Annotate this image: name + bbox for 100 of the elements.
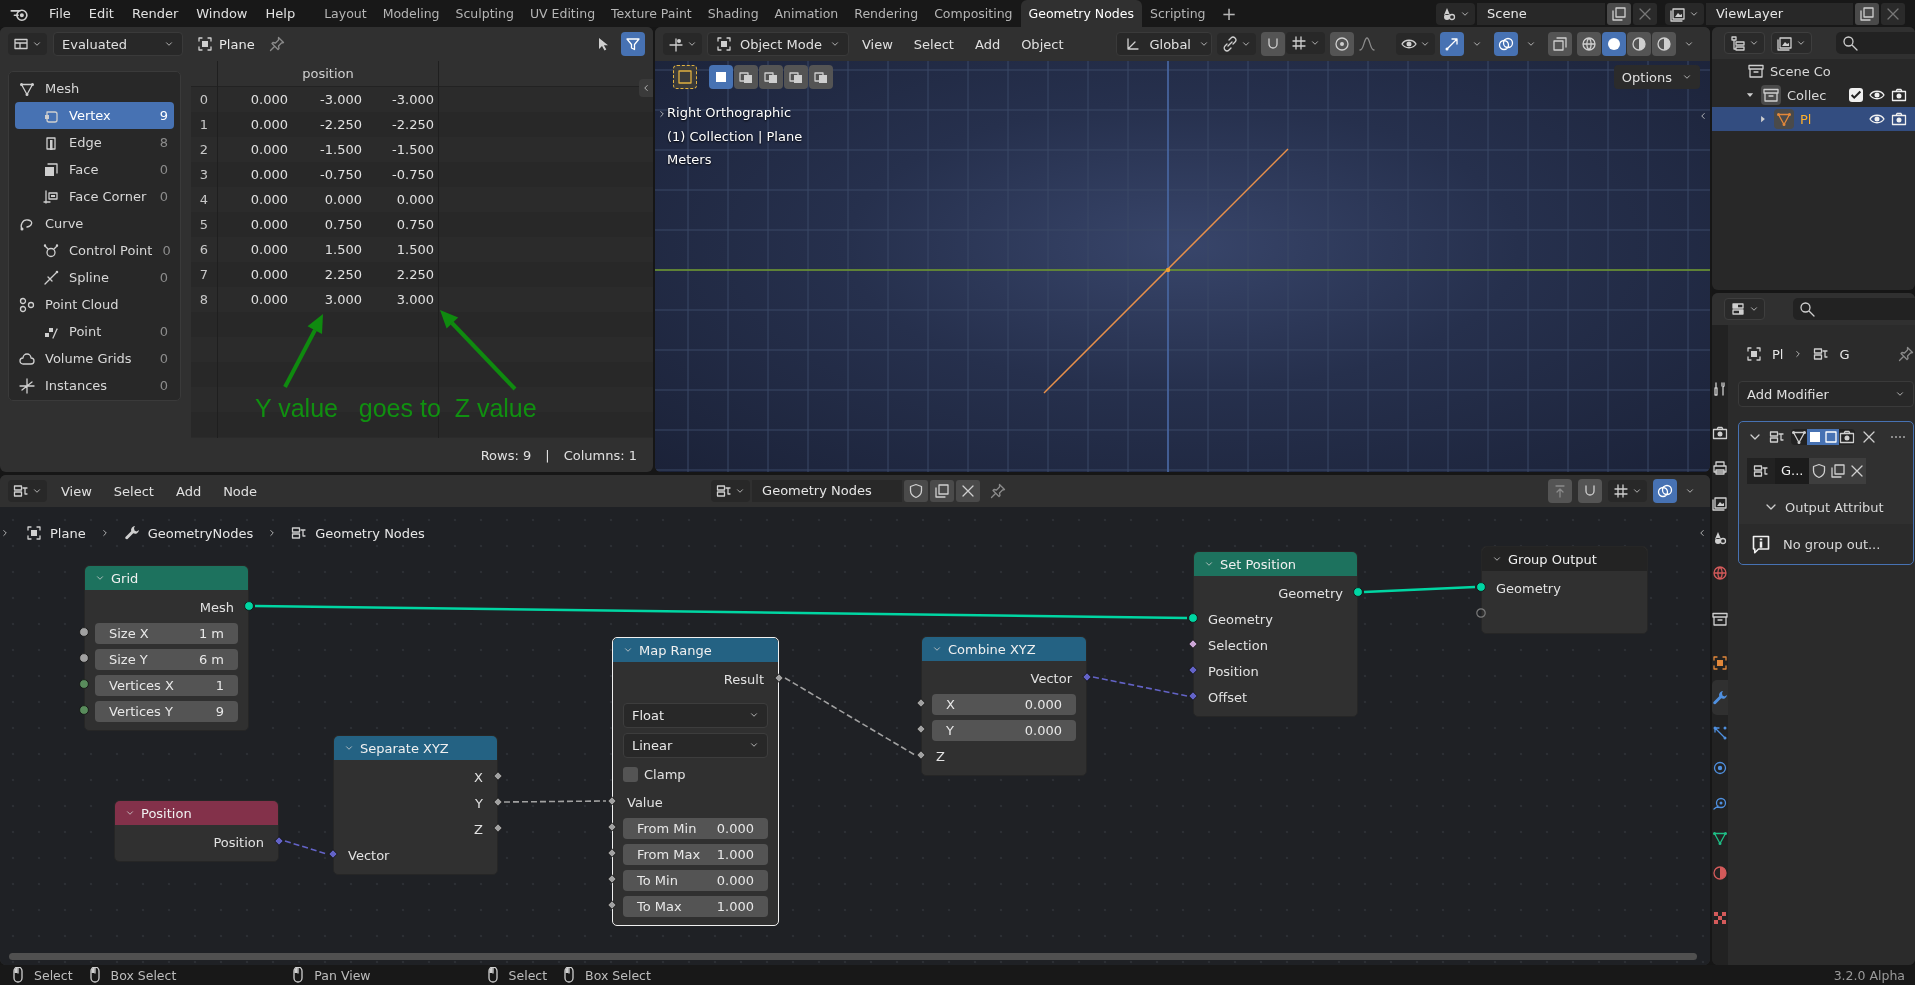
table-cell-text: -2.250 [391,116,434,134]
node-card[interactable]: Grid Mesh Size X 1 m Size Y 6 m Vertices X 1 Vertices Y 9 [84,565,249,731]
breadcrumb-item[interactable]: Pl [1772,346,1784,362]
menu-item[interactable]: File [40,6,80,21]
node-header[interactable]: Map Range [613,638,778,662]
domain-row[interactable]: Control Point 0 [15,237,174,264]
status-hint: Pan View [314,967,371,983]
breadcrumb-item[interactable]: GeometryNodes [147,525,254,541]
subpanel-header[interactable]: Output Attribut [1739,490,1913,524]
workspace-tab[interactable]: Animation [766,0,847,27]
node-group-field[interactable]: Geometry Nodes [752,480,903,502]
domain-row[interactable]: Edge 8 [15,129,174,156]
orientation-dropdown[interactable]: Global [1116,32,1213,56]
domain-count: 0 [162,243,171,258]
number-field[interactable]: From Min 0.000 [623,817,768,839]
dropdown[interactable]: Float [623,702,768,728]
evaluation-dropdown[interactable]: Evaluated [53,32,183,56]
number-field[interactable]: To Max 1.000 [623,895,768,917]
row-number: 7 [198,266,210,284]
node-card[interactable]: Position Position [114,800,279,862]
domain-count: 0 [159,162,168,177]
number-field[interactable]: X 0.000 [932,693,1076,715]
workspace-tab[interactable]: Sculpting [447,0,522,27]
dropdown[interactable]: Linear [623,732,768,758]
menu-item[interactable]: Object [1013,36,1072,52]
viewport-info-text: Meters [667,151,713,169]
domain-count: 0 [159,351,168,366]
table-cell-text: -3.000 [391,91,434,109]
menu-item[interactable]: Help [256,6,305,21]
workspace-tab[interactable]: Geometry Nodes [1020,0,1142,27]
domain-row[interactable]: Spline 0 [15,264,174,291]
domain-row[interactable]: Face 0 [15,156,174,183]
node-card[interactable]: Group Output Geometry [1481,546,1648,634]
domain-row[interactable]: Instances 0 [15,372,174,399]
workspace-tab[interactable]: Scripting [1141,0,1214,27]
column-header[interactable]: position [218,61,438,87]
number-field[interactable]: Vertices X 1 [95,674,238,696]
outliner-row[interactable]: Pl [1712,107,1915,131]
node-header[interactable]: Grid [85,566,248,590]
menu-item[interactable]: Node [215,483,266,499]
workspace-tab[interactable]: UV Editing [521,0,604,27]
row-number: 3 [198,166,210,184]
node-group-field[interactable]: G... [1775,458,1810,484]
workspace-tab[interactable]: Compositing [926,0,1021,27]
node-header[interactable]: Position [115,801,278,825]
mode-dropdown[interactable]: Object Mode [707,32,849,56]
number-field[interactable]: Vertices Y 9 [95,700,238,722]
table-cell-text: 3.000 [323,291,362,309]
row-number: 5 [198,216,210,234]
number-field[interactable]: Y 0.000 [932,719,1076,741]
workspace-tab[interactable]: Shading [699,0,767,27]
menu-item[interactable]: Add [966,36,1009,52]
menu-item[interactable]: Edit [79,6,123,21]
view-layer-field[interactable]: ViewLayer [1706,2,1853,25]
status-hint: Box Select [585,967,651,983]
workspace-tab[interactable]: Rendering [846,0,927,27]
table-cell-text: -1.500 [319,141,362,159]
menu-item[interactable]: Select [905,36,962,52]
node-header[interactable]: Combine XYZ [922,637,1086,661]
domain-row[interactable]: Face Corner 0 [15,183,174,210]
breadcrumb-item[interactable]: Geometry Nodes [315,525,425,541]
node-header[interactable]: Separate XYZ [334,736,497,760]
node-card[interactable]: Set Position Geometry Geometry Selection Position Offset [1193,551,1358,717]
node-header[interactable]: Group Output [1482,547,1647,571]
add-workspace-button[interactable]: + [1213,0,1245,27]
number-field[interactable]: To Min 0.000 [623,869,768,891]
socket-label: Result [722,671,765,687]
node-card[interactable]: Separate XYZ X Y Z Vector [333,735,498,875]
domain-row[interactable]: Vertex 9 [15,102,174,129]
number-field[interactable]: Size X 1 m [95,622,238,644]
domain-row[interactable]: Point 0 [15,318,174,345]
socket-label: Geometry [1277,585,1344,601]
domain-row[interactable]: Volume Grids 0 [15,345,174,372]
workspace-tab[interactable]: Modeling [374,0,448,27]
outliner-row[interactable]: Collec [1712,83,1915,107]
category-label: Point Cloud [45,297,120,312]
breadcrumb-item[interactable]: G [1839,346,1850,362]
item-label: Collec [1787,87,1828,103]
domain-label: Face Corner [69,189,148,204]
node-title: Position [141,805,192,821]
scene-field[interactable]: Scene [1477,2,1605,25]
menu-item[interactable]: View [53,483,100,499]
outliner-row[interactable]: Scene Co [1712,59,1915,83]
menu-item[interactable]: Add [167,483,210,499]
add-modifier-dropdown[interactable]: Add Modifier [1738,381,1914,407]
number-field[interactable]: From Max 1.000 [623,843,768,865]
options-dropdown[interactable]: Options [1613,65,1700,89]
breadcrumb-item[interactable]: Plane [50,525,86,541]
node-card[interactable]: Combine XYZ Vector X 0.000 Y 0.000 Z [921,636,1087,776]
number-field[interactable]: Size Y 6 m [95,648,238,670]
workspace-tab[interactable]: Layout [316,0,375,27]
workspace-tab[interactable]: Texture Paint [603,0,700,27]
menu-item[interactable]: View [854,36,901,52]
menu-item[interactable]: Window [187,6,257,21]
table-cell-text: 3.000 [395,291,434,309]
node-header[interactable]: Set Position [1194,552,1357,576]
menu-item[interactable]: Select [105,483,162,499]
table-cell-text: 1.500 [395,241,434,259]
node-card[interactable]: Map Range Result Float Linear Clamp Value From Min 0.000 From Max 1.000 To Min 0.000 To Max 1.000 [612,637,779,926]
menu-item[interactable]: Render [122,6,188,21]
